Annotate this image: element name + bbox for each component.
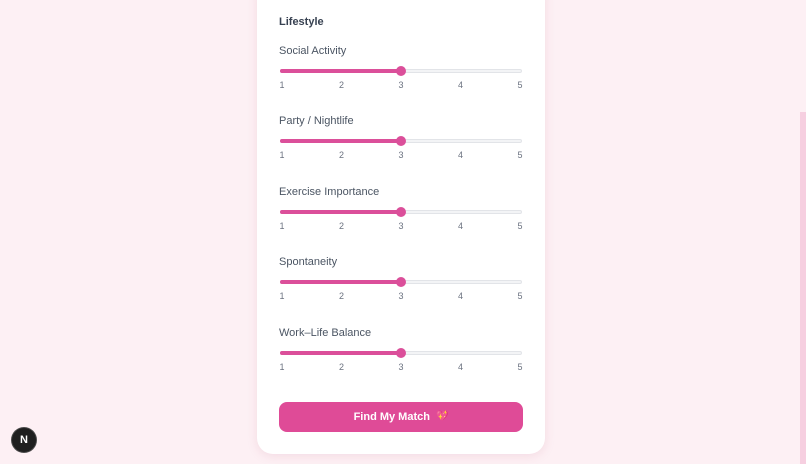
slider-tick-label: 5	[517, 150, 523, 160]
slider-tick-label: 5	[517, 362, 523, 372]
slider-group: Work–Life Balance 1 2 3 4 5	[279, 327, 523, 387]
slider-tick-label: 4	[457, 362, 463, 372]
find-my-match-button[interactable]: Find My Match 💖	[279, 402, 523, 432]
slider-thumb[interactable]	[396, 66, 406, 76]
slider-tick-label: 5	[517, 80, 523, 90]
slider-tick-label: 4	[457, 221, 463, 231]
slider-thumb[interactable]	[396, 136, 406, 146]
slider-label: Exercise Importance	[279, 186, 380, 198]
slider-label: Party / Nightlife	[279, 115, 354, 127]
slider-tick-label: 2	[338, 80, 344, 90]
slider-group: Social Activity 1 2 3 4 5	[279, 45, 523, 105]
slider-tick-label: 1	[279, 362, 285, 372]
slider-tick-label: 2	[338, 221, 344, 231]
nextjs-dev-badge[interactable]: N	[12, 428, 36, 452]
slider-tick-label: 1	[279, 291, 285, 301]
slider-tick-label: 3	[398, 291, 404, 301]
slider-tick-label: 5	[517, 291, 523, 301]
slider-tick-label: 1	[279, 80, 285, 90]
slider-tick-label: 4	[457, 291, 463, 301]
slider-tick-label: 2	[338, 150, 344, 160]
slider-thumb[interactable]	[396, 277, 406, 287]
find-my-match-label: Find My Match	[353, 411, 430, 423]
slider-label: Work–Life Balance	[279, 327, 372, 339]
slider-group: Exercise Importance 1 2 3 4 5	[279, 186, 523, 246]
scrollbar[interactable]	[800, 112, 806, 464]
slider-tick-label: 2	[338, 291, 344, 301]
slider-group: Party / Nightlife 1 2 3 4 5	[279, 115, 523, 175]
slider-thumb[interactable]	[396, 207, 406, 217]
slider-fill	[280, 139, 401, 143]
slider-fill	[280, 210, 401, 214]
slider-fill	[280, 351, 401, 355]
slider-tick-label: 3	[398, 362, 404, 372]
slider-tick-label: 3	[398, 221, 404, 231]
slider-tick-label: 3	[398, 150, 404, 160]
slider-tick-label: 2	[338, 362, 344, 372]
slider-label: Social Activity	[279, 45, 347, 57]
nextjs-icon: N	[20, 434, 28, 446]
slider-fill	[280, 280, 401, 284]
section-title: Lifestyle	[279, 16, 324, 28]
slider-thumb[interactable]	[396, 348, 406, 358]
heart-icon: 💖	[435, 411, 449, 422]
slider-tick-label: 1	[279, 150, 285, 160]
slider-fill	[280, 69, 401, 73]
slider-tick-label: 4	[457, 80, 463, 90]
slider-tick-label: 1	[279, 221, 285, 231]
slider-tick-label: 3	[398, 80, 404, 90]
slider-tick-label: 5	[517, 221, 523, 231]
slider-tick-label: 4	[457, 150, 463, 160]
slider-group: Spontaneity 1 2 3 4 5	[279, 256, 523, 316]
slider-label: Spontaneity	[279, 256, 338, 268]
